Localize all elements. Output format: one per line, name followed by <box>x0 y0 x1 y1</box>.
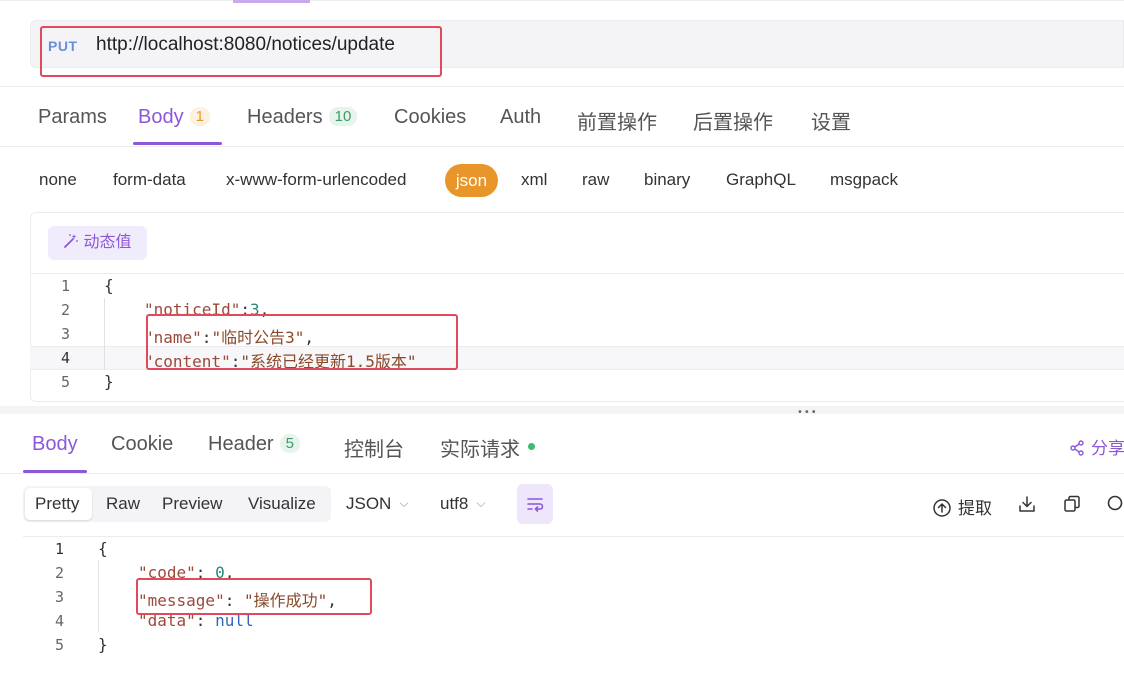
tab-headers[interactable]: Headers 10 <box>247 106 358 129</box>
line-number: 1 <box>54 540 64 558</box>
line-number: 3 <box>60 325 70 343</box>
body-type-form-data[interactable]: form-data <box>113 170 186 190</box>
line-number: 5 <box>54 636 64 654</box>
request-body-highlight-box <box>146 314 458 370</box>
magic-wand-icon <box>64 234 79 248</box>
tab-post-operations[interactable]: 后置操作 <box>693 106 773 135</box>
body-type-binary[interactable]: binary <box>644 170 690 190</box>
top-border <box>0 0 1124 1</box>
download-icon <box>1019 496 1035 512</box>
dynamic-value-button[interactable]: 动态值 <box>48 226 147 260</box>
encoding-select[interactable]: utf8 ⌵ <box>440 494 485 514</box>
copy-icon <box>1064 495 1080 512</box>
view-mode-raw[interactable]: Raw <box>106 494 140 514</box>
drag-handle-icon[interactable]: ••• <box>797 407 818 418</box>
editor-separator <box>30 273 1124 274</box>
body-type-urlencoded[interactable]: x-www-form-urlencoded <box>226 170 406 190</box>
view-mode-preview[interactable]: Preview <box>162 494 222 514</box>
headers-count-badge: 10 <box>328 107 358 126</box>
divider <box>0 86 1124 87</box>
wrap-lines-icon <box>527 498 544 512</box>
line-number: 1 <box>60 277 70 295</box>
body-type-graphql[interactable]: GraphQL <box>726 170 796 190</box>
indent-guide <box>104 298 105 370</box>
active-tab-underline <box>133 142 222 145</box>
indent-guide <box>98 560 99 632</box>
body-type-xml[interactable]: xml <box>521 170 547 190</box>
share-button[interactable]: 分享 <box>1069 434 1124 459</box>
code-line: } <box>104 372 114 391</box>
search-icon <box>1107 495 1123 511</box>
body-type-raw[interactable]: raw <box>582 170 609 190</box>
response-tab-console[interactable]: 控制台 <box>344 433 404 462</box>
word-wrap-button[interactable] <box>517 484 553 524</box>
body-type-none[interactable]: none <box>39 170 77 190</box>
download-button[interactable] <box>1017 494 1037 519</box>
code-line: } <box>98 635 108 654</box>
divider <box>0 473 1124 474</box>
tab-params[interactable]: Params <box>38 106 107 129</box>
active-window-tab-indicator <box>233 0 310 3</box>
extract-button[interactable]: 提取 <box>932 494 992 519</box>
response-tab-body[interactable]: Body <box>32 433 78 456</box>
tab-body[interactable]: Body 1 <box>138 106 210 129</box>
chevron-down-icon: ⌵ <box>399 496 409 510</box>
line-number: 4 <box>60 349 70 367</box>
response-tab-header[interactable]: Header 5 <box>208 433 300 456</box>
header-count-badge: 5 <box>279 434 300 453</box>
divider <box>0 146 1124 147</box>
code-line: { <box>104 276 114 295</box>
line-number: 2 <box>54 564 64 582</box>
status-dot-icon <box>528 443 535 450</box>
view-mode-pretty[interactable]: Pretty <box>35 494 79 514</box>
line-number: 3 <box>54 588 64 606</box>
line-number: 5 <box>60 373 70 391</box>
view-mode-visualize[interactable]: Visualize <box>248 494 316 514</box>
share-icon <box>1070 440 1084 456</box>
response-tab-actual-request[interactable]: 实际请求 <box>440 433 535 462</box>
response-highlight-box <box>136 578 372 615</box>
url-highlight-box <box>40 26 442 77</box>
response-tab-cookie[interactable]: Cookie <box>111 433 173 456</box>
line-number: 2 <box>60 301 70 319</box>
search-button[interactable] <box>1106 494 1124 519</box>
body-count-badge: 1 <box>189 107 210 126</box>
chevron-down-icon: ⌵ <box>476 496 486 510</box>
body-type-json[interactable]: json <box>445 164 498 197</box>
tab-auth[interactable]: Auth <box>500 106 541 129</box>
body-type-msgpack[interactable]: msgpack <box>830 170 898 190</box>
panel-splitter[interactable] <box>0 406 1124 414</box>
format-select[interactable]: JSON ⌵ <box>346 494 408 514</box>
upload-circle-icon <box>933 499 951 517</box>
tab-settings[interactable]: 设置 <box>811 106 851 135</box>
tab-cookies[interactable]: Cookies <box>394 106 466 129</box>
line-number: 4 <box>54 612 64 630</box>
code-line: { <box>98 539 108 558</box>
dynamic-value-label: 动态值 <box>83 234 132 251</box>
tab-pre-operations[interactable]: 前置操作 <box>577 106 657 135</box>
copy-button[interactable] <box>1062 494 1082 519</box>
